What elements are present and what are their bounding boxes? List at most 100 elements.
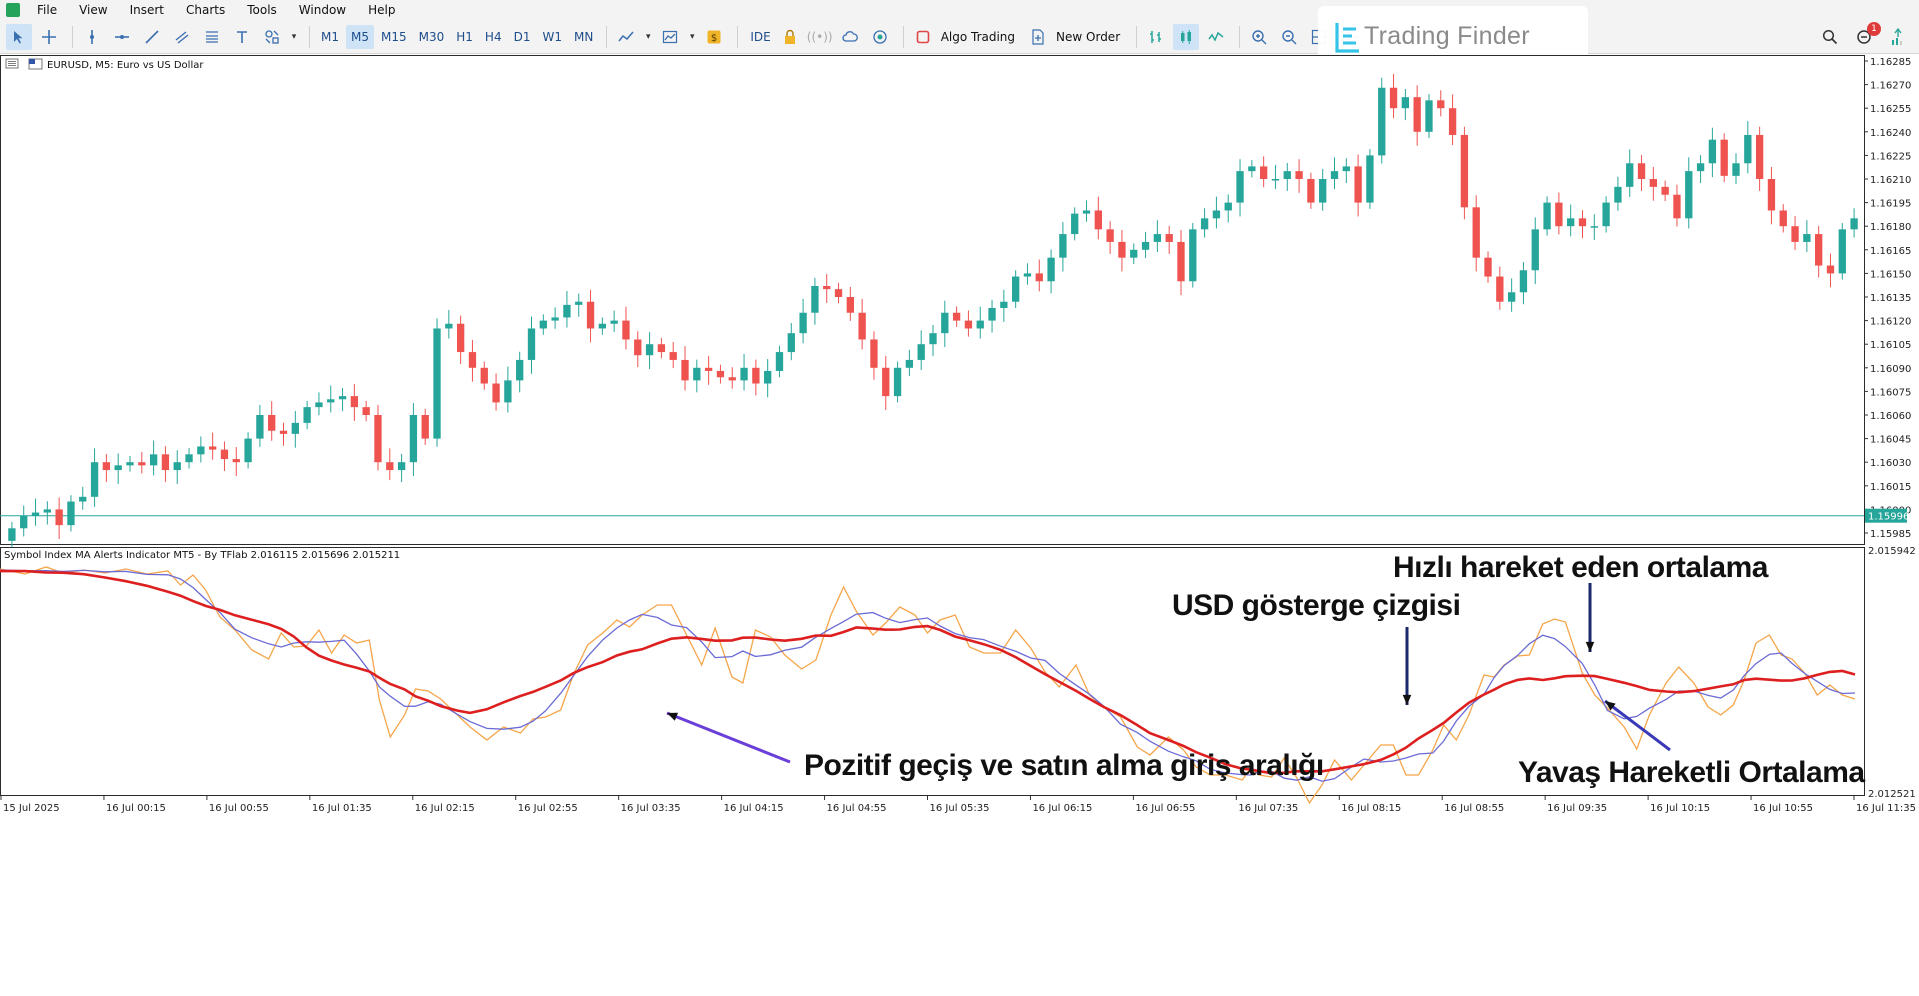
- chart-symbol-header: EURUSD, M5: Euro vs US Dollar: [5, 58, 204, 71]
- price-label: 1.16165: [1870, 246, 1911, 257]
- candle: [1189, 223, 1197, 288]
- chart-window[interactable]: EURUSD, M5: Euro vs US Dollar 1.16285 1.1…: [0, 55, 1919, 996]
- price-label: 1.16060: [1870, 411, 1911, 422]
- timeframe-mn[interactable]: MN: [569, 25, 598, 49]
- toolbar-separator: [72, 25, 73, 48]
- candlestick-icon[interactable]: [1173, 23, 1200, 50]
- price-label: 1.16180: [1870, 222, 1911, 233]
- algo-trading-icon[interactable]: [910, 24, 936, 50]
- time-label: 16 Jul 01:35: [312, 803, 372, 814]
- timeframe-w1[interactable]: W1: [537, 25, 567, 49]
- menu-file[interactable]: File: [26, 0, 68, 20]
- menu-tools[interactable]: Tools: [236, 0, 288, 20]
- candle: [1366, 149, 1374, 209]
- search-icon[interactable]: [1819, 26, 1841, 48]
- timeframe-m15[interactable]: M15: [376, 25, 412, 49]
- toolbar-separator: [309, 25, 310, 48]
- time-label: 16 Jul 10:55: [1753, 803, 1813, 814]
- candle: [1378, 77, 1386, 164]
- toolbar: ▾ M1 M5 M15 M30 H1 H4 D1 W1 MN ▾ ▾ $ IDE…: [0, 20, 1919, 54]
- menu-help[interactable]: Help: [357, 0, 406, 20]
- time-label: 16 Jul 04:15: [724, 803, 784, 814]
- chevron-down-icon[interactable]: ▾: [687, 24, 697, 50]
- svg-text:Hızlı hareket eden ortalama: Hızlı hareket eden ortalama: [1393, 551, 1769, 584]
- new-order-button[interactable]: New Order: [1056, 30, 1120, 44]
- vps-icon[interactable]: [867, 24, 893, 50]
- text-tool-icon[interactable]: [229, 24, 255, 50]
- time-axis: 15 Jul 2025 16 Jul 00:15 16 Jul 00:55 16 Ju…: [0, 796, 1916, 814]
- time-label: 16 Jul 02:55: [518, 803, 578, 814]
- bar-chart-icon[interactable]: [1143, 24, 1169, 50]
- time-label: 16 Jul 11:35: [1856, 803, 1916, 814]
- horizontal-line-icon[interactable]: [109, 24, 135, 50]
- community-icon[interactable]: 1: [1853, 22, 1881, 48]
- cursor-icon[interactable]: [6, 23, 32, 50]
- time-label: 16 Jul 07:35: [1238, 803, 1298, 814]
- timeframe-m30[interactable]: M30: [414, 25, 450, 49]
- candle: [1720, 133, 1728, 183]
- fibonacci-icon[interactable]: [199, 24, 225, 50]
- menu-window[interactable]: Window: [288, 0, 357, 20]
- zoom-out-icon[interactable]: [1276, 24, 1302, 50]
- lock-icon[interactable]: [777, 24, 803, 50]
- signal-icon[interactable]: ((•)): [807, 24, 833, 50]
- price-label: 1.16240: [1870, 128, 1911, 139]
- svg-text:$: $: [711, 33, 717, 44]
- toolbar-right: 1: [1807, 20, 1909, 54]
- trendline-icon[interactable]: [139, 24, 165, 50]
- cloud-icon[interactable]: [837, 24, 863, 50]
- price-label: 1.16090: [1870, 364, 1911, 375]
- toolbar-separator: [902, 25, 904, 48]
- indicators-icon[interactable]: [657, 24, 683, 50]
- timeframe-m5[interactable]: M5: [346, 24, 374, 49]
- timeframe-h4[interactable]: H4: [480, 25, 507, 49]
- dollar-icon[interactable]: $: [701, 24, 727, 50]
- price-label: 1.16135: [1870, 293, 1911, 304]
- algo-trading-button[interactable]: Algo Trading: [941, 30, 1015, 44]
- timeframe-h1[interactable]: H1: [451, 25, 478, 49]
- price-label: 1.16120: [1870, 317, 1911, 328]
- svg-text:Pozitif geçiş ve satın alma gi: Pozitif geçiş ve satın alma giriş aralığ…: [804, 749, 1324, 782]
- annotation-slow-ma: Yavaş Hareketli Ortalama: [1518, 756, 1866, 789]
- timeframe-m1[interactable]: M1: [316, 25, 344, 49]
- menu-view[interactable]: View: [68, 0, 118, 20]
- price-label: 1.16195: [1870, 199, 1911, 210]
- menu-insert[interactable]: Insert: [119, 0, 175, 20]
- menu-charts[interactable]: Charts: [175, 0, 236, 20]
- new-order-icon[interactable]: [1025, 24, 1051, 50]
- toolbar-separator: [737, 25, 739, 48]
- vertical-line-icon[interactable]: [79, 24, 105, 50]
- shapes-icon[interactable]: [259, 24, 285, 50]
- price-label: 1.16015: [1870, 482, 1911, 493]
- main-chart-frame: [0, 55, 1865, 545]
- menu-bar: File View Insert Charts Tools Window Hel…: [0, 0, 1919, 20]
- chart-type-icon[interactable]: [613, 24, 639, 50]
- candle: [1460, 126, 1469, 220]
- chevron-down-icon[interactable]: ▾: [643, 24, 653, 50]
- toolbar-separator: [606, 25, 608, 48]
- app-icon: [6, 3, 20, 17]
- price-label: 1.16030: [1870, 458, 1911, 469]
- crosshair-icon[interactable]: [36, 24, 62, 50]
- time-label: 16 Jul 08:55: [1444, 803, 1504, 814]
- price-label: 1.16225: [1870, 151, 1911, 162]
- time-label: 16 Jul 05:35: [930, 803, 990, 814]
- annotation-positive-cross: Pozitif geçiş ve satın alma giriş aralığ…: [804, 749, 1324, 782]
- line-chart-icon[interactable]: [1203, 24, 1229, 50]
- chevron-down-icon[interactable]: ▾: [289, 24, 299, 50]
- price-axis: 1.16285 1.16270 1.16255 1.16240 1.16225 1.162…: [1864, 57, 1911, 540]
- toolbar-separator: [1239, 25, 1241, 48]
- price-label: 1.16285: [1870, 57, 1911, 68]
- price-label: 1.16210: [1870, 175, 1911, 186]
- timeframe-d1[interactable]: D1: [509, 25, 536, 49]
- ide-button[interactable]: IDE: [750, 30, 770, 44]
- channel-icon[interactable]: [169, 24, 195, 50]
- time-label: 16 Jul 10:15: [1650, 803, 1710, 814]
- annotation-usd-line: USD gösterge çizgisi: [1172, 589, 1461, 622]
- time-label: 16 Jul 03:35: [621, 803, 681, 814]
- brand-name: Trading Finder: [1364, 21, 1530, 50]
- chart-symbol-caption: EURUSD, M5: Euro vs US Dollar: [47, 60, 204, 71]
- zoom-in-icon[interactable]: [1246, 24, 1272, 50]
- indicator-top-value: 2.015942: [1868, 546, 1916, 557]
- time-label: 16 Jul 06:55: [1135, 803, 1195, 814]
